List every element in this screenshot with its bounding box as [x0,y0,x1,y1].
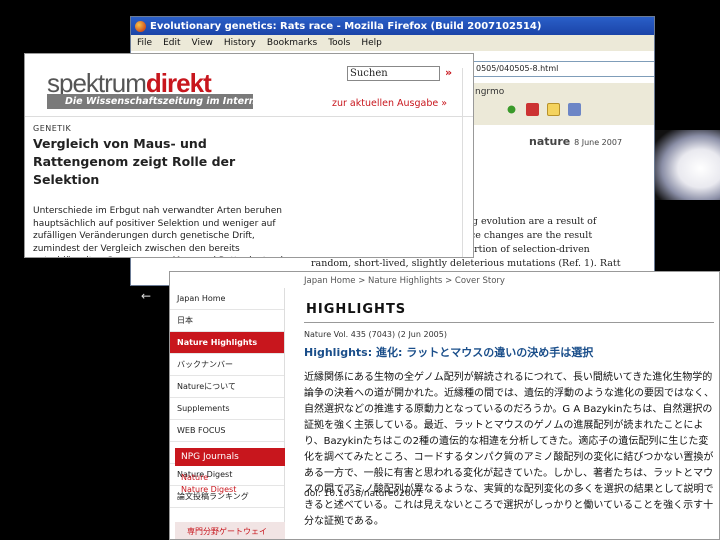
section-label: GENETIK [33,124,72,133]
gateway-link[interactable]: 専門分野ゲートウェイ [175,522,285,539]
sidebar-item-about-nature[interactable]: Natureについて [170,376,284,398]
mouse-photo [655,130,720,200]
npg-japan-window: Japan Home > Nature Highlights > Cover S… [169,271,720,540]
current-issue-link[interactable]: zur aktuellen Ausgabe » [332,98,447,109]
article-line: quence changes are the result [446,230,593,241]
menu-tools[interactable]: Tools [328,38,350,48]
journal-links: Nature Nature Digest [181,472,236,496]
title-rule [304,322,714,323]
sidebar-item-japan[interactable]: 日本 [170,310,284,332]
menu-view[interactable]: View [192,38,213,48]
mail-icon[interactable] [568,103,581,116]
menu-history[interactable]: History [224,38,256,48]
article-headline: Vergleich von Maus- und Rattengenom zeig… [33,136,236,187]
article-text: during evolution are a result of quence … [311,215,654,271]
firefox-icon [135,20,146,32]
firefox-titlebar: Evolutionary genetics: Rats race - Mozil… [131,17,654,35]
note-icon[interactable] [547,103,560,116]
article-lead: Unterschiede im Erbgut nah verwandter Ar… [33,206,289,257]
journal-link-nature[interactable]: Nature [181,472,236,484]
sidebar-item-nature-highlights[interactable]: Nature Highlights [170,332,284,354]
clover-icon[interactable] [505,103,518,116]
sidebar-item-japan-home[interactable]: Japan Home [170,288,284,310]
nature-logo: nature [529,135,571,148]
window-title: Evolutionary genetics: Rats race - Mozil… [150,20,542,32]
nature-date: 8 June 2007 [574,138,623,147]
sidebar-item-supplements[interactable]: Supplements [170,398,284,420]
highlights-main: HIGHLIGHTS Nature Vol. 435 (7043) (2 Jun… [288,290,719,539]
column-divider [462,68,463,257]
url-input[interactable]: 0505/040505-8.html [471,61,654,77]
article-line: during evolution are a result of [446,216,597,227]
back-arrow-icon[interactable]: ← [141,289,151,303]
doi[interactable]: doi: 10.1038/nature02601 [304,489,422,499]
sidebar-item-back-numbers[interactable]: バックナンバー [170,354,284,376]
article-line: random, short-lived, slightly deleteriou… [311,258,621,269]
article-title[interactable]: Highlights: 進化: ラットとマウスの違いの決め手は選択 [304,344,593,360]
menu-bookmarks[interactable]: Bookmarks [267,38,317,48]
menu-bar: File Edit View History Bookmarks Tools H… [131,35,654,51]
breadcrumb: Japan Home > Nature Highlights > Cover S… [304,276,505,286]
page-title: HIGHLIGHTS [306,302,407,317]
nature-masthead: nature 8 June 2007 [529,135,622,148]
sidebar: Japan Home 日本 Nature Highlights バックナンバー … [170,288,285,539]
citation: Nature Vol. 435 (7043) (2 Jun 2005) [304,330,447,339]
spektrum-window: spektrumdirekt Die Wissenschaftszeitung … [24,53,474,258]
menu-help[interactable]: Help [361,38,382,48]
search-input[interactable]: Suchen [347,66,440,81]
header-divider [25,116,473,117]
article-body: 近縁関係にある生物の全ゲノム配列が解読されるにつれて、長い間続いてきた進化生物学… [304,372,714,527]
article-line: proportion of selection-driven [446,244,590,255]
search-go-icon[interactable]: » [445,66,452,79]
npg-journals-header: NPG Journals [175,448,285,466]
bookmark-fragment[interactable]: ngrmo [475,87,504,97]
menu-file[interactable]: File [137,38,152,48]
bookmarks-toolbar: ngrmo [471,83,654,125]
sidebar-item-web-focus[interactable]: WEB FOCUS [170,420,284,442]
menu-edit[interactable]: Edit [163,38,180,48]
bookmark-icon[interactable] [526,103,539,116]
journal-link-nature-digest[interactable]: Nature Digest [181,484,236,496]
spektrum-tagline: Die Wissenschaftszeitung im Internet [47,94,267,109]
